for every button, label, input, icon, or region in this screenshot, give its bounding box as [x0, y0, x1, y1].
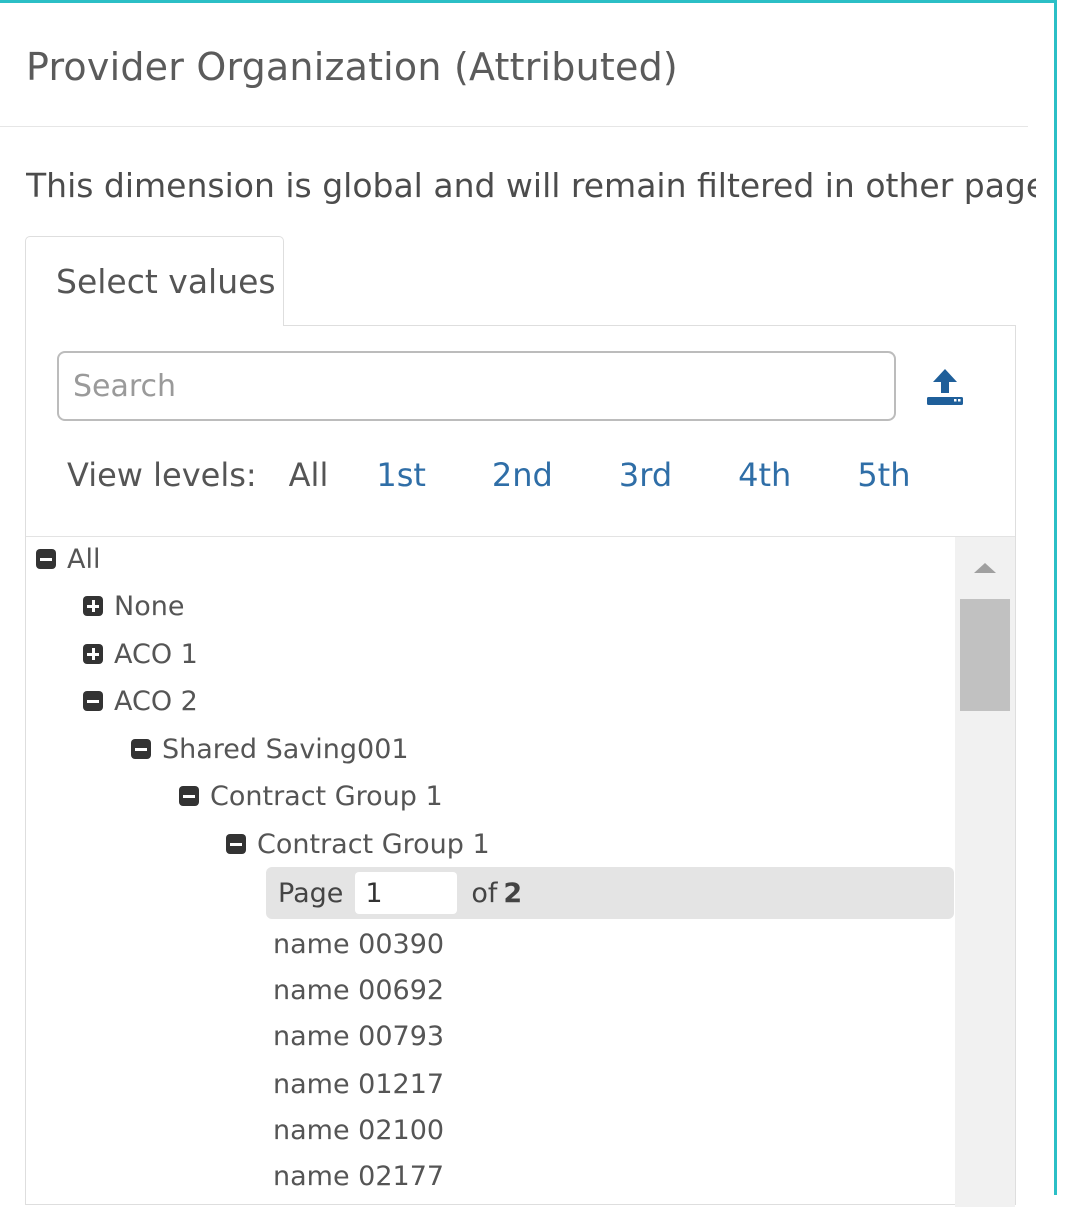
tree-scrollbar[interactable] — [955, 537, 1015, 1207]
tree-node-label[interactable]: Contract Group 1 — [257, 829, 490, 860]
tree-node-all: All — [36, 539, 100, 579]
tree-node-contract-group: Contract Group 1 — [179, 776, 443, 816]
tree-leaf[interactable]: name 00692 — [273, 975, 444, 1006]
view-levels: View levels: All 1st 2nd 3rd 4th 5th — [67, 456, 911, 494]
tree-node-label[interactable]: All — [67, 544, 100, 575]
tree-node-label[interactable]: ACO 1 — [114, 639, 198, 670]
tree-node-label[interactable]: ACO 2 — [114, 686, 198, 717]
scroll-thumb[interactable] — [960, 599, 1010, 711]
tree-node-aco-2: ACO 2 — [83, 681, 198, 721]
pager-page-label: Page — [278, 877, 344, 909]
scroll-up-arrow-icon[interactable] — [974, 563, 996, 573]
tree-node-label[interactable]: Shared Saving001 — [162, 734, 409, 765]
tree-leaf[interactable]: name 00390 — [273, 929, 444, 960]
upload-icon[interactable] — [924, 366, 966, 408]
tree-node-none: None — [83, 586, 184, 626]
level-all[interactable]: All — [289, 456, 329, 494]
tab-select-values-label: Select values — [56, 262, 276, 301]
search-input[interactable] — [57, 351, 896, 421]
collapse-icon[interactable] — [226, 834, 246, 854]
level-3rd[interactable]: 3rd — [619, 456, 672, 494]
pager-total-pages: 2 — [503, 877, 523, 909]
level-1st[interactable]: 1st — [376, 456, 426, 494]
tree-node-aco-1: ACO 1 — [83, 634, 198, 674]
filter-dialog: Provider Organization (Attributed) This … — [0, 0, 1057, 1207]
tree-leaf[interactable]: name 00793 — [273, 1021, 444, 1052]
tree-leaf[interactable]: name 02177 — [273, 1161, 444, 1192]
select-values-panel: View levels: All 1st 2nd 3rd 4th 5th All None … — [25, 325, 1016, 1207]
dimension-description: This dimension is global and will remain… — [26, 166, 1036, 205]
level-5th[interactable]: 5th — [857, 456, 910, 494]
pager-of-label: of — [471, 877, 498, 909]
level-2nd[interactable]: 2nd — [492, 456, 553, 494]
tree-leaf[interactable]: name 02100 — [273, 1115, 444, 1146]
expand-icon[interactable] — [83, 644, 103, 664]
dialog-header: Provider Organization (Attributed) — [0, 3, 1028, 127]
expand-icon[interactable] — [83, 596, 103, 616]
tree-node-label[interactable]: Contract Group 1 — [210, 781, 443, 812]
tree-node-label[interactable]: None — [114, 591, 184, 622]
collapse-icon[interactable] — [179, 786, 199, 806]
tree-pager: Page of 2 — [266, 867, 954, 919]
collapse-icon[interactable] — [131, 739, 151, 759]
tree-node-contract-group-child: Contract Group 1 — [226, 824, 490, 864]
tree-view: All None ACO 1 ACO 2 Shared Saving001 Co… — [26, 536, 1015, 1207]
tab-select-values[interactable]: Select values — [25, 236, 284, 326]
level-4th[interactable]: 4th — [738, 456, 791, 494]
collapse-icon[interactable] — [36, 549, 56, 569]
tree-node-shared-saving: Shared Saving001 — [131, 729, 409, 769]
tree-leaf[interactable]: name 01217 — [273, 1069, 444, 1100]
page-number-input[interactable] — [355, 872, 458, 914]
dialog-title: Provider Organization (Attributed) — [26, 45, 678, 89]
collapse-icon[interactable] — [83, 691, 103, 711]
view-levels-label: View levels: — [67, 456, 257, 494]
